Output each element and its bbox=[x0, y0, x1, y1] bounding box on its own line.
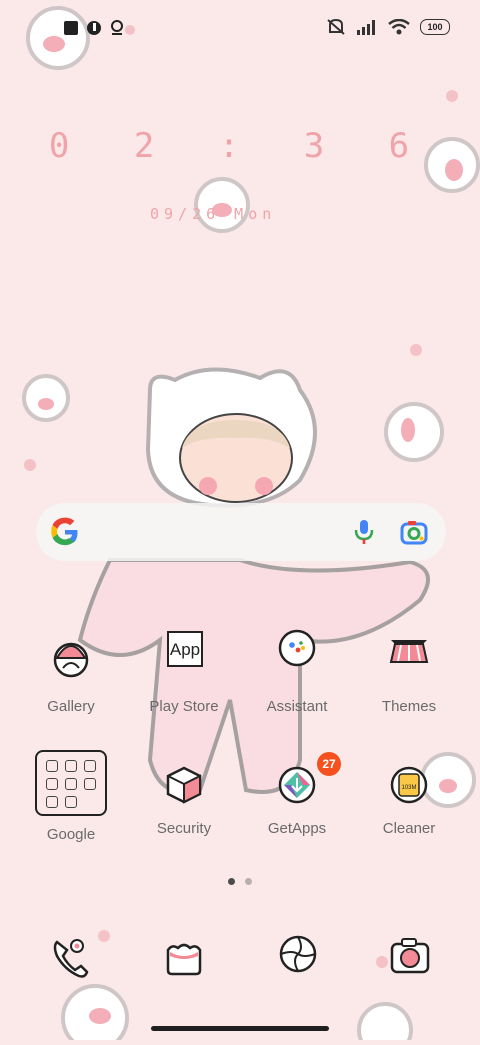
app-assistant[interactable]: Assistant bbox=[241, 628, 353, 715]
search-actions bbox=[354, 518, 428, 546]
getapps-icon: 27 bbox=[267, 752, 341, 824]
app-folder-google[interactable]: Google bbox=[15, 750, 127, 843]
app-themes[interactable]: Themes bbox=[353, 628, 465, 715]
security-icon bbox=[154, 764, 214, 824]
clock-time[interactable]: 0 2 : 3 6 bbox=[0, 126, 480, 166]
microphone-icon[interactable] bbox=[354, 518, 374, 546]
folder-app-icon bbox=[45, 796, 58, 808]
play-store-icon: App bbox=[154, 628, 214, 688]
assistant-icon bbox=[267, 628, 327, 688]
status-right-icons: 100 bbox=[326, 18, 450, 36]
page-indicator[interactable] bbox=[228, 878, 252, 885]
dock-camera[interactable] bbox=[386, 934, 434, 982]
status-left-icons bbox=[64, 20, 124, 36]
app-label: Gallery bbox=[47, 698, 95, 715]
notification-square-icon bbox=[64, 21, 78, 35]
google-logo-icon bbox=[51, 517, 78, 546]
dock-browser[interactable] bbox=[274, 934, 322, 982]
clock-date[interactable]: 09/26 Mon bbox=[150, 205, 276, 223]
location-pin-icon bbox=[111, 20, 123, 35]
folder-app-icon bbox=[64, 796, 77, 808]
app-security[interactable]: Security bbox=[128, 764, 240, 837]
phone-icon bbox=[53, 939, 89, 978]
home-gesture-bar[interactable] bbox=[151, 1026, 329, 1031]
camera-icon bbox=[390, 938, 430, 974]
folder-app-icon bbox=[64, 760, 77, 772]
wifi-icon bbox=[388, 19, 410, 35]
folder-app-icon bbox=[45, 760, 58, 772]
play-store-icon-text: App bbox=[170, 640, 200, 659]
signal-icon bbox=[357, 20, 375, 35]
folder-app-icon bbox=[84, 760, 97, 772]
app-play-store[interactable]: App Play Store bbox=[128, 628, 240, 715]
status-bar: 100 bbox=[0, 0, 480, 56]
browser-icon bbox=[279, 935, 317, 973]
app-label: Play Store bbox=[149, 698, 219, 715]
folder-app-icon bbox=[64, 778, 77, 790]
app-label: Assistant bbox=[266, 698, 328, 715]
app-cleaner[interactable]: 103M Cleaner bbox=[353, 764, 465, 837]
folder-icon bbox=[35, 750, 107, 816]
app-label: Google bbox=[46, 826, 96, 843]
page-dot[interactable] bbox=[245, 878, 252, 885]
silent-icon bbox=[327, 18, 345, 35]
dock-messages[interactable] bbox=[160, 934, 208, 982]
page-dot-active[interactable] bbox=[228, 878, 235, 885]
folder-app-icon bbox=[84, 778, 97, 790]
app-getapps[interactable]: 27 GetApps bbox=[241, 752, 353, 837]
folder-app-icon bbox=[45, 778, 58, 790]
gallery-icon bbox=[41, 628, 101, 688]
cleaner-icon-text: 103M bbox=[401, 785, 416, 791]
app-label: Themes bbox=[381, 698, 437, 715]
battery-icon: 100 bbox=[420, 19, 450, 35]
cleaner-icon: 103M bbox=[379, 764, 439, 824]
dock-phone[interactable] bbox=[47, 934, 95, 982]
app-gallery[interactable]: Gallery bbox=[15, 628, 127, 715]
notification-badge: 27 bbox=[317, 752, 341, 776]
lens-camera-icon[interactable] bbox=[400, 519, 428, 545]
themes-icon bbox=[379, 628, 439, 688]
app-notification-icon bbox=[87, 21, 101, 35]
google-search-bar[interactable] bbox=[36, 503, 446, 561]
messages-icon bbox=[166, 943, 202, 976]
